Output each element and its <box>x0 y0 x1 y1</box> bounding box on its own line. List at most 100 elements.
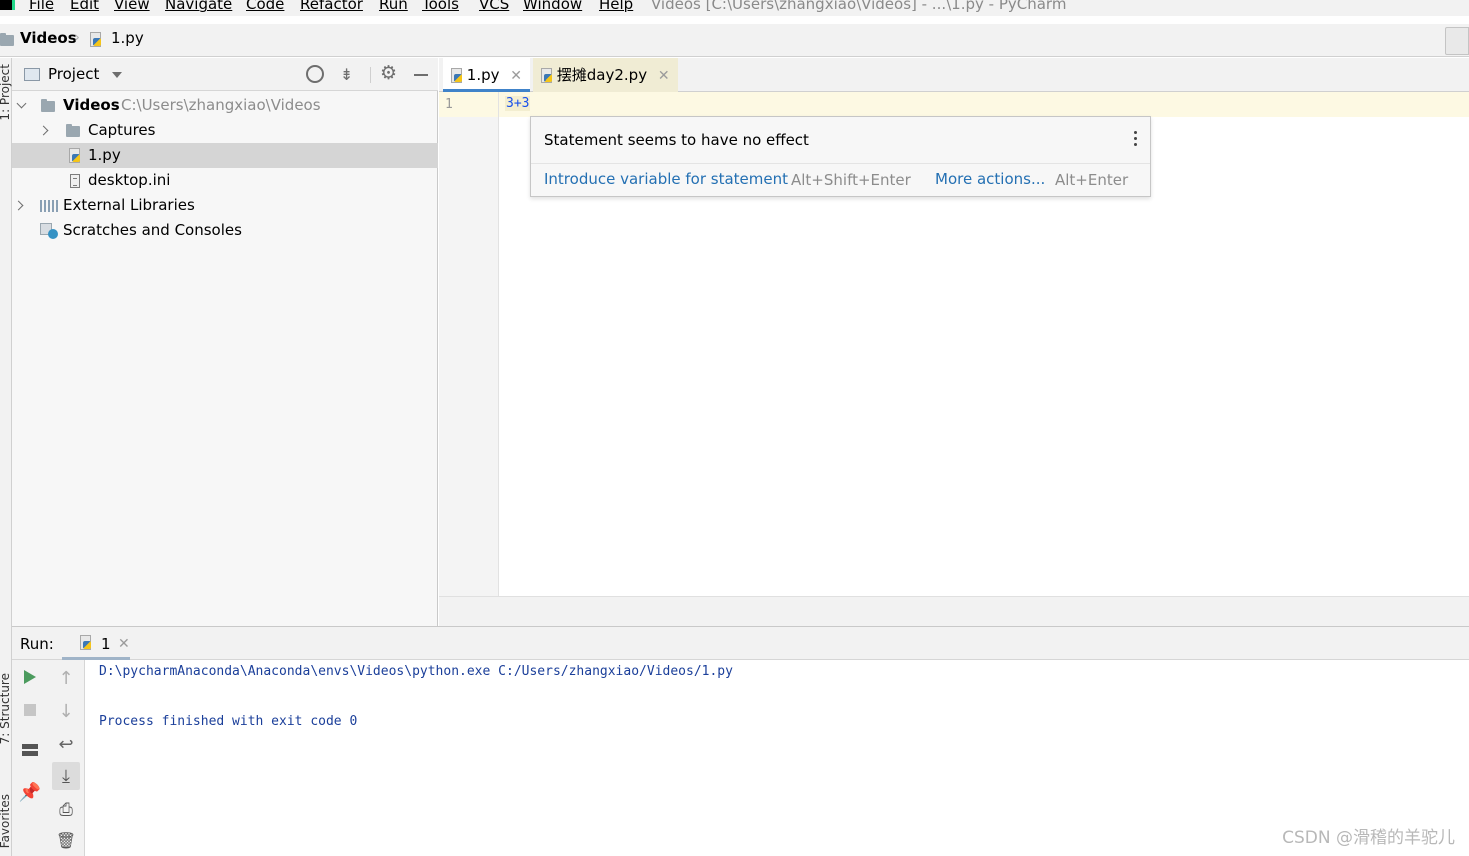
close-icon[interactable]: ✕ <box>510 68 522 84</box>
run-tab[interactable]: 1 ✕ <box>62 627 130 660</box>
project-panel: Project ⇟ ⚙ Videos C:\Users\zhangxiao\Vi… <box>12 58 438 626</box>
favorites-tool-tab[interactable]: Favorites <box>0 794 12 848</box>
menu-file[interactable]: File <box>29 0 54 13</box>
folder-icon <box>66 124 80 137</box>
tree-item-label: Captures <box>88 121 156 139</box>
console-line: Process finished with exit code 0 <box>99 714 358 729</box>
locate-file-icon[interactable] <box>306 65 324 83</box>
more-actions-link[interactable]: More actions... <box>935 170 1045 188</box>
python-file-icon <box>451 68 462 83</box>
tree-item-label: desktop.ini <box>88 171 171 189</box>
console-line: D:\pycharmAnaconda\Anaconda\envs\Videos\… <box>99 664 733 679</box>
project-view-icon <box>24 68 40 81</box>
layout-icon[interactable] <box>16 736 44 764</box>
more-options-icon[interactable] <box>1134 131 1138 149</box>
tree-item-desktop-ini[interactable]: desktop.ini <box>12 168 438 193</box>
run-config-button[interactable] <box>1445 27 1469 55</box>
close-icon[interactable]: ✕ <box>118 636 130 652</box>
tree-item-captures[interactable]: Captures <box>12 118 438 143</box>
popup-message: Statement seems to have no effect <box>544 131 809 149</box>
current-line-highlight <box>439 92 1469 117</box>
menu-help[interactable]: Help <box>599 0 633 13</box>
run-console[interactable]: D:\pycharmAnaconda\Anaconda\envs\Videos\… <box>85 660 1469 856</box>
menu-window[interactable]: Window <box>523 0 582 13</box>
menu-bar: File Edit View Navigate Code Refactor Ru… <box>0 0 1469 16</box>
watermark: CSDN @滑稽的羊驼儿 <box>1282 828 1455 848</box>
chevron-right-icon[interactable] <box>13 200 24 211</box>
tree-item-scratches[interactable]: Scratches and Consoles <box>12 218 438 243</box>
python-file-icon <box>69 148 80 163</box>
tree-item-path: C:\Users\zhangxiao\Videos <box>121 96 321 114</box>
arrow-up-icon[interactable]: ↑ <box>52 664 80 692</box>
menu-code[interactable]: Code <box>246 0 284 13</box>
window-title: Videos [C:\Users\zhangxiao\Videos] - ...… <box>651 0 1067 13</box>
gutter-background <box>439 117 499 596</box>
arrow-down-icon[interactable]: ↓ <box>52 697 80 725</box>
menu-refactor[interactable]: Refactor <box>300 0 363 13</box>
navigation-bar: Videos › 1.py <box>0 24 1469 57</box>
tab-label: 摆摊day2.py <box>556 66 648 84</box>
inspection-popup: Statement seems to have no effect Introd… <box>530 116 1151 197</box>
menu-view[interactable]: View <box>114 0 150 13</box>
tree-item-label: Scratches and Consoles <box>63 221 242 239</box>
tree-item-videos[interactable]: Videos C:\Users\zhangxiao\Videos <box>12 93 438 118</box>
structure-tool-tab[interactable]: 7: Structure <box>0 673 12 744</box>
code-line[interactable]: 3+3 <box>505 96 531 111</box>
tab-1py[interactable]: 1.py ✕ <box>443 58 531 92</box>
run-label: Run: <box>20 635 54 653</box>
python-file-icon <box>541 68 552 83</box>
tree-item-external-libraries[interactable]: External Libraries <box>12 193 438 218</box>
breadcrumb-file[interactable]: 1.py <box>111 29 144 47</box>
chevron-down-icon[interactable] <box>16 98 27 109</box>
introduce-variable-link[interactable]: Introduce variable for statement <box>544 170 788 188</box>
collapse-all-icon[interactable]: ⇟ <box>340 65 353 84</box>
line-number: 1 <box>445 97 453 112</box>
trash-icon[interactable]: 🗑 <box>52 826 80 854</box>
menu-tools[interactable]: Tools <box>422 0 459 13</box>
stop-icon[interactable] <box>16 696 44 724</box>
project-panel-header: Project ⇟ ⚙ <box>12 58 438 91</box>
project-tool-tab[interactable]: 1: Project <box>0 64 12 121</box>
menu-vcs[interactable]: VCS <box>479 0 509 13</box>
chevron-down-icon[interactable] <box>112 72 122 78</box>
toolbar-divider <box>370 67 371 83</box>
pycharm-logo-icon <box>0 0 15 10</box>
shortcut-label: Alt+Enter <box>1055 171 1129 189</box>
print-icon[interactable]: ⎙ <box>52 796 80 824</box>
hide-panel-icon[interactable] <box>414 74 428 76</box>
close-icon[interactable]: ✕ <box>658 68 670 84</box>
popup-divider <box>531 163 1150 164</box>
shortcut-label: Alt+Shift+Enter <box>791 171 911 189</box>
run-tab-label: 1 <box>101 635 111 653</box>
run-toolbar-primary: 📌 <box>12 660 48 856</box>
tree-item-label: Videos <box>63 96 120 114</box>
menu-navigate[interactable]: Navigate <box>165 0 232 13</box>
tab-baitan-day2[interactable]: 摆摊day2.py ✕ <box>533 58 678 92</box>
gear-icon[interactable]: ⚙ <box>380 62 397 84</box>
python-file-icon <box>90 32 101 47</box>
libraries-icon <box>40 200 58 212</box>
scroll-to-end-icon[interactable]: ⤓ <box>52 762 80 790</box>
soft-wrap-icon[interactable]: ↩ <box>52 730 80 758</box>
breadcrumb-separator-icon: › <box>74 28 80 46</box>
tree-item-1py[interactable]: 1.py <box>12 143 438 168</box>
breadcrumb-root[interactable]: Videos <box>20 29 77 47</box>
tree-item-label: External Libraries <box>63 196 195 214</box>
tree-item-label: 1.py <box>88 146 121 164</box>
left-tool-strip: 1: Project 7: Structure Favorites <box>0 58 12 856</box>
folder-icon <box>41 99 55 112</box>
editor-bottom-area <box>439 596 1469 626</box>
text-file-icon <box>70 174 80 188</box>
project-view-selector[interactable]: Project <box>48 65 99 83</box>
pin-icon[interactable]: 📌 <box>16 778 44 806</box>
rerun-icon[interactable] <box>16 663 44 691</box>
menu-run[interactable]: Run <box>379 0 408 13</box>
python-icon <box>80 635 91 650</box>
editor-tabs: 1.py ✕ 摆摊day2.py ✕ <box>439 58 1469 92</box>
menu-edit[interactable]: Edit <box>70 0 99 13</box>
tab-label: 1.py <box>466 66 500 84</box>
chevron-right-icon[interactable] <box>38 125 49 136</box>
run-toolbar-secondary: ↑ ↓ ↩ ⤓ ⎙ 🗑 <box>48 660 85 856</box>
clock-icon <box>48 229 58 239</box>
run-panel-header: Run: 1 ✕ <box>12 626 1469 660</box>
